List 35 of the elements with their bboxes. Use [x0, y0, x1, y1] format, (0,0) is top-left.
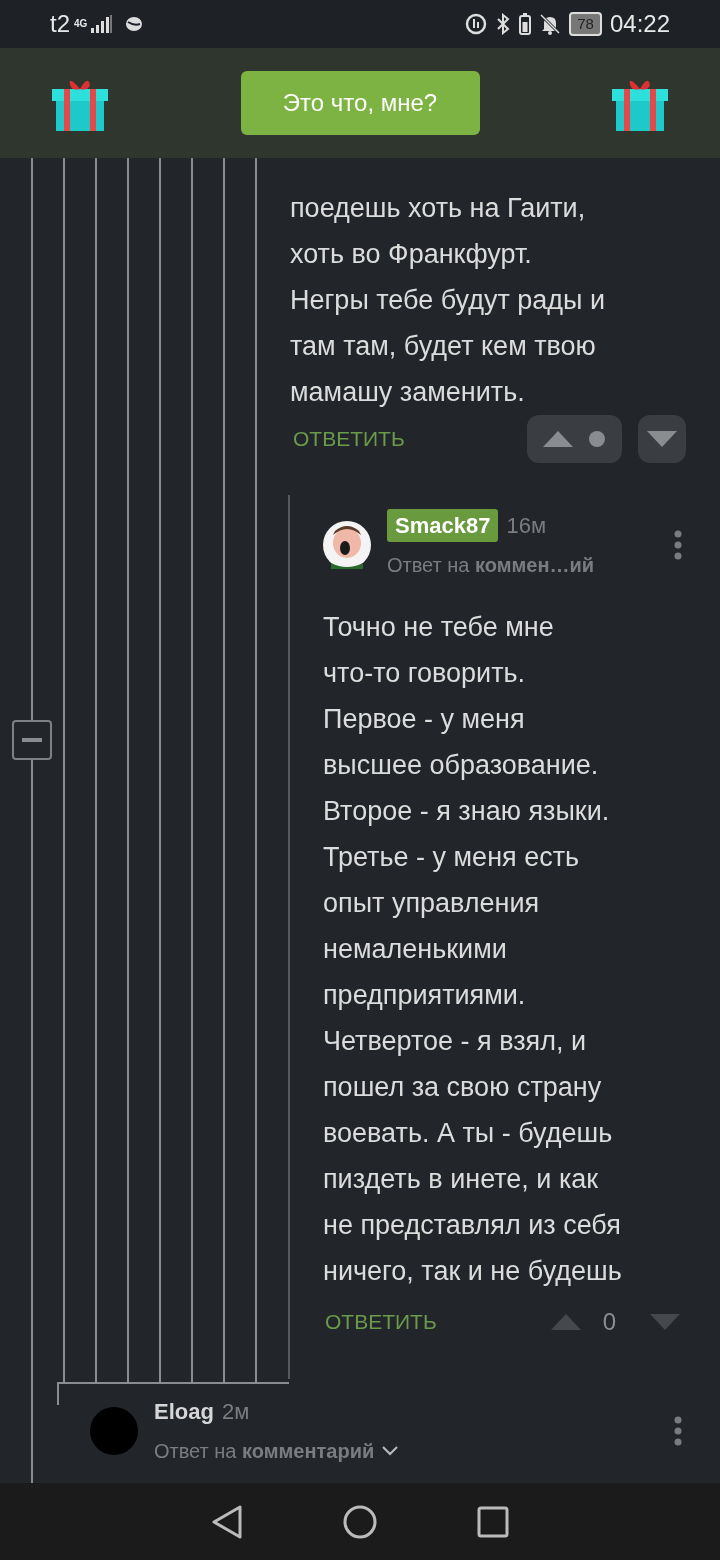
minus-icon [22, 738, 42, 742]
time-text: 16м [506, 512, 547, 540]
network-type: 4G [74, 17, 88, 31]
mute-bell-icon [539, 13, 562, 35]
chevron-down-icon[interactable] [382, 1446, 399, 1456]
clock-text: 04:22 [609, 9, 670, 39]
back-icon[interactable] [211, 1504, 243, 1539]
time-text: 2м [221, 1398, 250, 1426]
collapse-button[interactable] [12, 720, 52, 760]
downvote-button[interactable] [638, 415, 686, 463]
comment-text: поедешь хоть на Гаити, хоть во Франкфурт. Негры тебе будут рады и там там, будет кем твою мамашу заменить. [290, 192, 607, 409]
home-icon[interactable] [343, 1504, 377, 1539]
gift-button[interactable]: Это что, мне? [240, 71, 480, 135]
notification-icon [125, 16, 144, 32]
more-icon[interactable] [674, 529, 682, 560]
carrier-text: t2 [50, 9, 70, 39]
comment-text: Точно не тебе мне что-то говорить. Первое - у меня высшее образование. Второе - я знаю языки. Третье - у меня есть опыт управления немаленькими предприятиями. Четвертое - я взял, и пошел за свою страну воевать. А ты - будешь пиздеть в инете, и как не представлял из себя ничего, так и не будешь [323, 611, 623, 1288]
username[interactable]: Eloag [154, 1395, 214, 1428]
battery-saver-icon [519, 13, 532, 35]
data-saver-icon [465, 13, 488, 35]
reply-button[interactable]: ОТВЕТИТЬ [293, 423, 405, 455]
downvote-icon [647, 431, 677, 447]
reply-button[interactable]: ОТВЕТИТЬ [325, 1306, 437, 1338]
reply-to-text: Ответ на комментарий [154, 1439, 375, 1464]
avatar [90, 1406, 138, 1455]
signal-icon [91, 15, 114, 33]
score-text: 0 [602, 1307, 616, 1337]
more-icon[interactable] [674, 1415, 682, 1446]
bluetooth-icon [495, 13, 512, 35]
upvote-icon[interactable] [543, 431, 573, 447]
hidden-score-icon [589, 431, 605, 447]
recents-icon[interactable] [477, 1505, 509, 1538]
reply-to-text: Ответ на коммен…ий [387, 553, 595, 578]
battery-level: 78 [569, 12, 602, 36]
username[interactable]: Smack87 [387, 509, 499, 542]
